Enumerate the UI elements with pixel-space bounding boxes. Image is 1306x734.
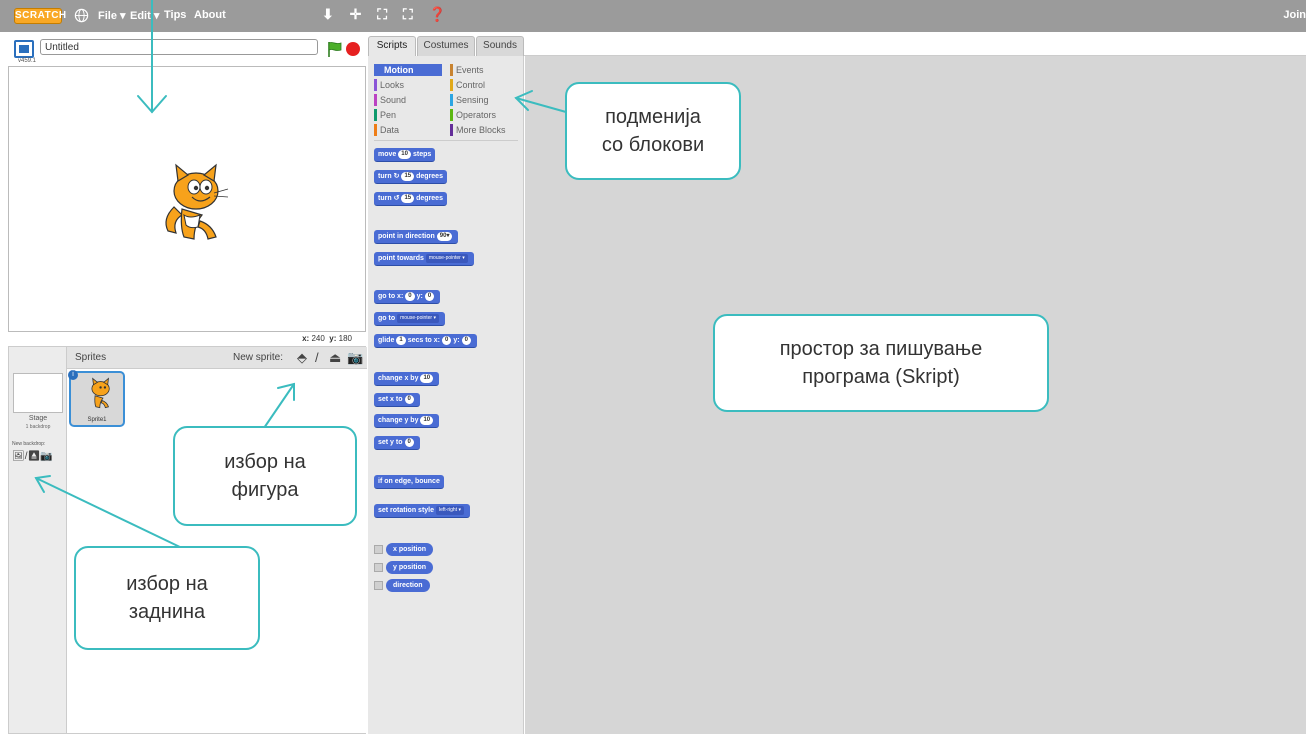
category-pen[interactable]: Pen xyxy=(374,109,442,121)
category-sensing[interactable]: Sensing xyxy=(450,94,520,106)
new-backdrop-label: New backdrop: xyxy=(12,441,46,447)
stage-header: v459.1 xyxy=(8,36,366,64)
info-icon[interactable]: i xyxy=(68,370,78,380)
turn-right-icon: ↻ xyxy=(393,173,400,180)
menu-bar: SCRATCH File ▾ Edit ▾ Tips About ⬇ ✛ ⛶ ⛶… xyxy=(0,0,1306,32)
block-turn-left[interactable]: turn ↺ 15 degrees xyxy=(374,192,447,206)
category-motion[interactable]: Motion xyxy=(374,64,442,76)
globe-icon[interactable] xyxy=(74,8,89,23)
menu-file[interactable]: File ▾ xyxy=(98,9,126,22)
y-coord: 180 xyxy=(338,334,352,343)
sprite-paint-icon[interactable]: / xyxy=(315,350,319,365)
block-palette: Motion Looks Sound Pen Data Events Contr… xyxy=(368,56,524,734)
scripts-top-strip xyxy=(524,36,1306,56)
block-glide[interactable]: glide 1 secs to x: 0 y: 0 xyxy=(374,334,477,348)
category-control[interactable]: Control xyxy=(450,79,520,91)
cat-thumbnail-icon xyxy=(91,377,110,409)
tab-costumes[interactable]: Costumes xyxy=(417,36,475,56)
callout-sprite-choice: избор на фигура xyxy=(173,426,357,526)
sprite-upload-icon[interactable]: ⏏ xyxy=(329,350,341,366)
block-set-y[interactable]: set y to 0 xyxy=(374,436,420,450)
project-title-input[interactable] xyxy=(40,39,318,55)
new-sprite-label: New sprite: xyxy=(233,352,284,363)
backdrop-tools: 🖼/⏏📷 xyxy=(12,451,53,462)
block-bounce[interactable]: if on edge, bounce xyxy=(374,475,444,489)
sprites-header: Sprites New sprite: ⬘ / ⏏ 📷 xyxy=(67,347,367,369)
green-flag-icon[interactable] xyxy=(326,40,344,58)
reporter-x-position[interactable]: x position xyxy=(386,543,434,556)
category-more-blocks[interactable]: More Blocks xyxy=(450,124,520,136)
category-sound[interactable]: Sound xyxy=(374,94,442,106)
sprites-panel: Stage 1 backdrop New backdrop: 🖼/⏏📷 Spri… xyxy=(8,346,367,734)
fullscreen-icon[interactable] xyxy=(14,40,34,58)
category-data[interactable]: Data xyxy=(374,124,442,136)
backdrop-upload-icon[interactable]: ⏏ xyxy=(27,451,40,462)
palette-divider xyxy=(374,140,518,141)
tab-scripts[interactable]: Scripts xyxy=(368,36,416,56)
callout-block-submenu: подменија со блокови xyxy=(565,82,741,180)
block-turn-right[interactable]: turn ↻ 15 degrees xyxy=(374,170,447,184)
backdrop-camera-icon[interactable]: 📷 xyxy=(40,451,52,462)
reporter-y-position[interactable]: y position xyxy=(386,561,434,574)
category-looks[interactable]: Looks xyxy=(374,79,442,91)
stage-backdrop-count: 1 backdrop xyxy=(25,424,51,430)
turn-left-icon: ↺ xyxy=(393,195,400,202)
checkbox-direction[interactable] xyxy=(374,581,383,590)
scratch-logo[interactable]: SCRATCH xyxy=(14,8,66,24)
stage-column: Stage 1 backdrop New backdrop: 🖼/⏏📷 xyxy=(9,347,67,733)
cat-sprite[interactable] xyxy=(154,159,230,245)
sprite-name: Sprite1 xyxy=(87,417,107,423)
block-change-x[interactable]: change x by 10 xyxy=(374,372,440,386)
block-set-x[interactable]: set x to 0 xyxy=(374,393,420,407)
block-rotation-style[interactable]: set rotation style left-right ▾ xyxy=(374,504,470,518)
join-link[interactable]: Join xyxy=(1283,9,1306,21)
x-coord: 240 xyxy=(311,334,325,343)
version-label: v459.1 xyxy=(18,58,37,64)
stage-label: Stage xyxy=(28,415,48,422)
sprite-library-icon[interactable]: ⬘ xyxy=(297,350,307,366)
sprites-label: Sprites xyxy=(75,352,107,363)
stop-icon[interactable] xyxy=(346,42,360,56)
callout-backdrop-choice: избор на заднина xyxy=(74,546,260,650)
sprite-thumbnail[interactable]: i Sprite1 xyxy=(68,370,125,427)
block-change-y[interactable]: change y by 10 xyxy=(374,414,440,428)
menu-edit[interactable]: Edit ▾ xyxy=(130,9,159,22)
sprite-camera-icon[interactable]: 📷 xyxy=(347,350,363,366)
backdrop-library-icon[interactable]: 🖼 xyxy=(12,451,25,462)
menu-about[interactable]: About xyxy=(194,9,226,21)
callout-script-space: простор за пишување програма (Skript) xyxy=(713,314,1049,412)
block-point-direction[interactable]: point in direction 90▾ xyxy=(374,230,459,244)
tab-sounds[interactable]: Sounds xyxy=(476,36,524,56)
block-goto[interactable]: go to mouse-pointer ▾ xyxy=(374,312,445,326)
category-operators[interactable]: Operators xyxy=(450,109,520,121)
menu-tips[interactable]: Tips xyxy=(164,9,186,21)
block-goto-xy[interactable]: go to x: 0 y: 0 xyxy=(374,290,441,304)
reporter-direction[interactable]: direction xyxy=(386,579,430,592)
toolbar-icons[interactable]: ⬇ ✛ ⛶ ⛶ ❓ xyxy=(322,6,452,23)
category-events[interactable]: Events xyxy=(450,64,520,76)
block-move[interactable]: move 10 steps xyxy=(374,148,436,162)
checkbox-x-position[interactable] xyxy=(374,545,383,554)
checkbox-y-position[interactable] xyxy=(374,563,383,572)
block-point-towards[interactable]: point towards mouse-pointer ▾ xyxy=(374,252,474,266)
stage-canvas[interactable] xyxy=(8,66,366,332)
stage-thumbnail[interactable] xyxy=(13,373,63,413)
